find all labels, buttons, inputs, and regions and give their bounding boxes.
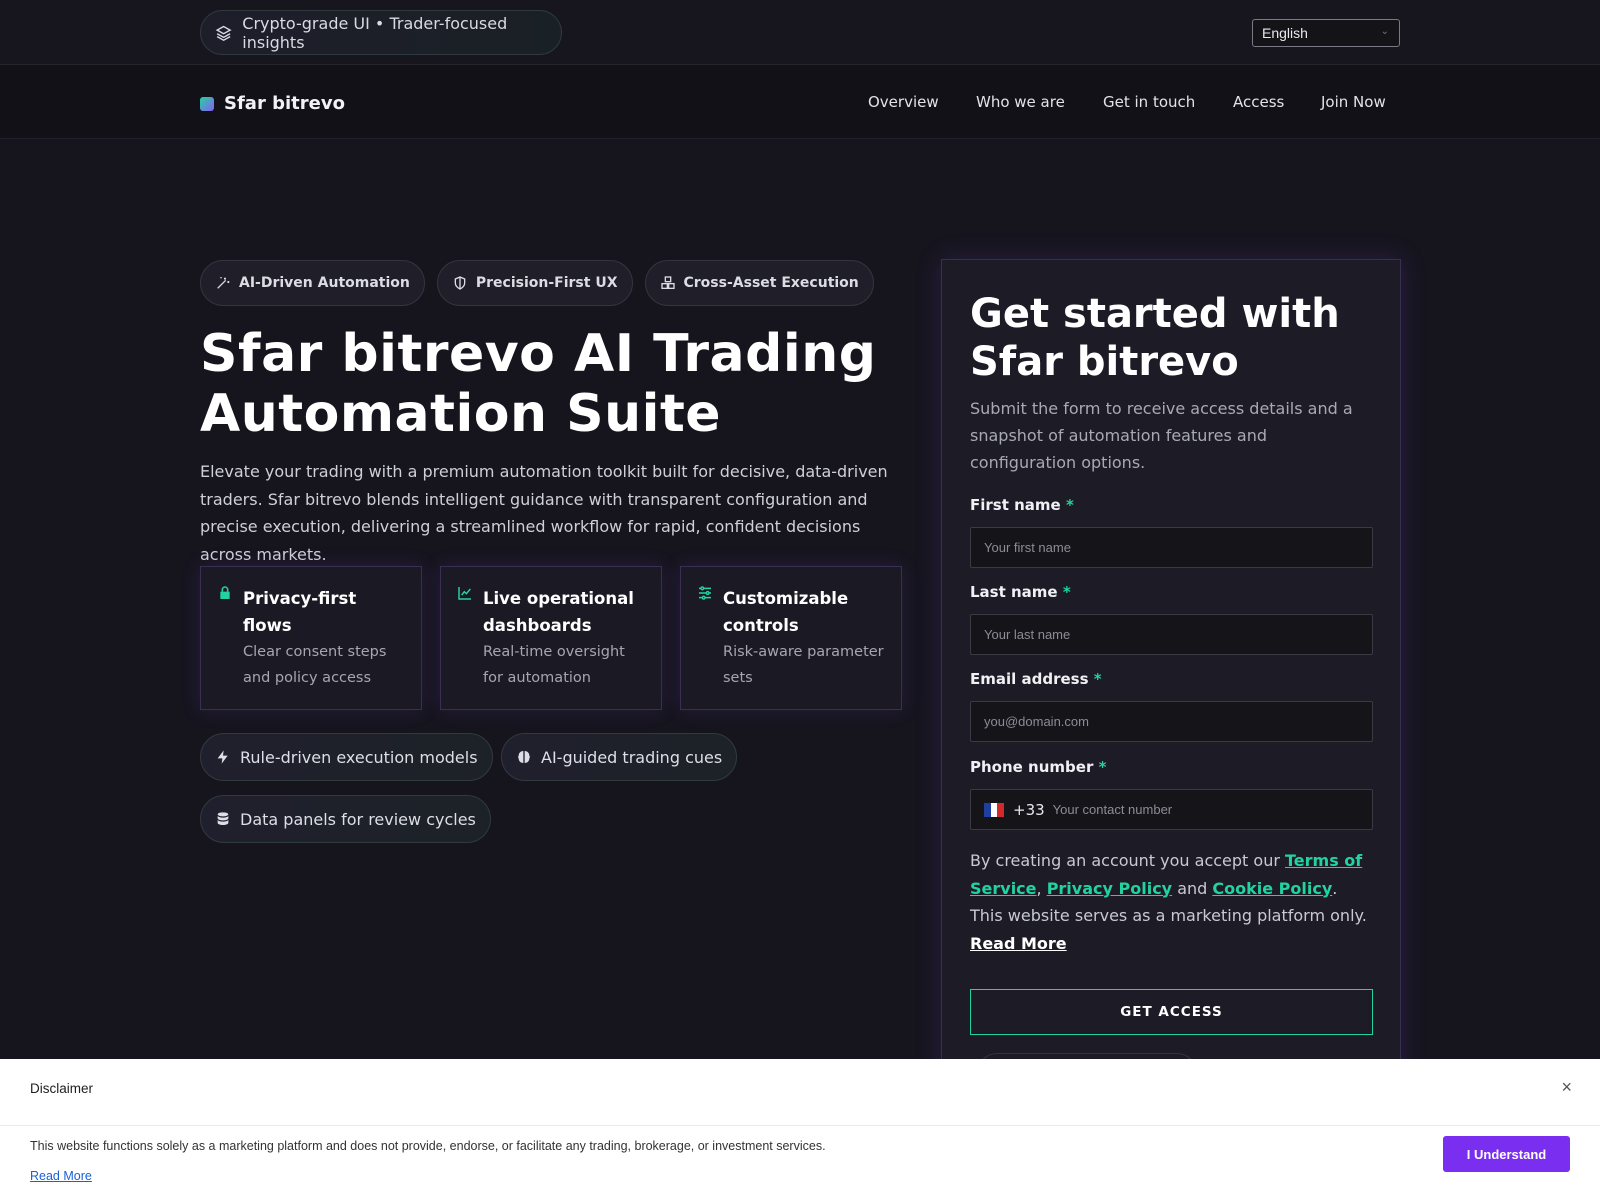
- language-value: English: [1262, 25, 1308, 41]
- input-placeholder: Your last name: [984, 627, 1071, 642]
- feature-chips: AI-Driven Automation Precision-First UX …: [200, 260, 874, 306]
- signup-panel: Get started with Sfar bitrevo Submit the…: [941, 259, 1401, 1093]
- form-title: Get started with Sfar bitrevo: [970, 291, 1340, 385]
- tagline-pill: Crypto-grade UI • Trader-focused insight…: [200, 10, 562, 55]
- required-mark: *: [1065, 496, 1074, 514]
- i-understand-button[interactable]: I Understand: [1443, 1136, 1570, 1172]
- input-placeholder: Your contact number: [1052, 802, 1173, 817]
- input-placeholder: Your first name: [984, 540, 1071, 555]
- feature-cards: Privacy-first flows Clear consent steps …: [200, 566, 902, 710]
- hero-title: Sfar bitrevo AI Trading Automation Suite: [200, 324, 877, 444]
- chevron-down-icon: ⌄: [1380, 26, 1389, 37]
- top-bar: Crypto-grade UI • Trader-focused insight…: [0, 0, 1600, 65]
- terms-separator: ,: [1036, 878, 1047, 898]
- tag-label: Data panels for review cycles: [240, 809, 476, 829]
- feature-card-privacy: Privacy-first flows Clear consent steps …: [200, 566, 422, 710]
- label-text: Phone number: [970, 758, 1094, 776]
- shield-icon: [454, 276, 466, 290]
- nav-link-who-we-are[interactable]: Who we are: [976, 93, 1065, 111]
- card-title: Customizable controls: [723, 589, 849, 635]
- last-name-label: Last name *: [970, 583, 1071, 601]
- first-name-input[interactable]: Your first name: [970, 527, 1373, 568]
- tagline-text: Crypto-grade UI • Trader-focused insight…: [242, 13, 508, 52]
- card-text: Risk-aware parameter sets: [723, 644, 884, 686]
- magic-wand-icon: [217, 277, 230, 289]
- required-mark: *: [1093, 670, 1102, 688]
- chip-label: Cross-Asset Execution: [683, 275, 859, 291]
- card-text: Real-time oversight for automation: [483, 644, 625, 686]
- privacy-policy-link[interactable]: Privacy Policy: [1047, 879, 1172, 898]
- nav-link-join-now[interactable]: Join Now: [1321, 93, 1386, 111]
- disclaimer-banner: Disclaimer × This website functions sole…: [0, 1059, 1600, 1200]
- phone-input[interactable]: +33 Your contact number: [970, 789, 1373, 830]
- brand-logo[interactable]: Sfar bitrevo: [200, 93, 345, 114]
- disclaimer-title: Disclaimer: [30, 1081, 94, 1096]
- nav-link-get-in-touch[interactable]: Get in touch: [1103, 93, 1195, 111]
- bolt-icon: [217, 750, 228, 764]
- terms-prefix: By creating an account you accept our: [970, 851, 1285, 870]
- chip-ai-automation: AI-Driven Automation: [200, 260, 425, 306]
- feature-card-dashboards: Live operational dashboards Real-time ov…: [440, 566, 662, 710]
- brain-icon: [518, 751, 530, 763]
- chip-label: Precision-First UX: [475, 275, 618, 291]
- terms-and: and: [1172, 878, 1213, 898]
- required-mark: *: [1062, 583, 1071, 601]
- last-name-input[interactable]: Your last name: [970, 614, 1373, 655]
- tag-rule-driven: Rule-driven execution models: [200, 733, 493, 781]
- label-text: Email address: [970, 670, 1089, 688]
- lock-icon: [220, 586, 230, 599]
- hero-description: Elevate your trading with a premium auto…: [200, 462, 888, 564]
- get-access-button[interactable]: GET ACCESS: [970, 989, 1373, 1035]
- tag-data-panels: Data panels for review cycles: [200, 795, 491, 843]
- phone-country-code: +33: [1013, 800, 1045, 819]
- main-nav: Sfar bitrevo Overview Who we are Get in …: [0, 65, 1600, 139]
- input-placeholder: you@domain.com: [984, 714, 1089, 729]
- disclaimer-text: This website functions solely as a marke…: [30, 1139, 826, 1153]
- cubes-icon: [660, 276, 675, 289]
- terms-text: By creating an account you accept our Te…: [970, 847, 1370, 957]
- form-subtitle: Submit the form to receive access detail…: [970, 399, 1353, 472]
- card-title: Privacy-first flows: [243, 589, 357, 635]
- phone-label: Phone number *: [970, 758, 1106, 776]
- label-text: Last name: [970, 583, 1058, 601]
- first-name-label: First name *: [970, 496, 1074, 514]
- tag-ai-guided: AI-guided trading cues: [501, 733, 738, 781]
- chart-line-icon: [458, 587, 471, 600]
- chip-cross-asset: Cross-Asset Execution: [644, 260, 874, 306]
- france-flag-icon[interactable]: [984, 802, 1005, 817]
- sliders-icon: [699, 586, 711, 600]
- label-text: First name: [970, 496, 1061, 514]
- chip-precision-ux: Precision-First UX: [436, 260, 633, 306]
- language-select[interactable]: English ⌄: [1252, 19, 1400, 47]
- close-icon[interactable]: ×: [1561, 1077, 1572, 1098]
- brand-mark-icon: [200, 96, 214, 111]
- email-input[interactable]: you@domain.com: [970, 701, 1373, 742]
- card-text: Clear consent steps and policy access: [243, 644, 387, 686]
- card-title: Live operational dashboards: [483, 589, 634, 635]
- tag-label: AI-guided trading cues: [541, 747, 723, 767]
- layers-icon: [215, 25, 232, 41]
- email-label: Email address *: [970, 670, 1102, 688]
- tag-label: Rule-driven execution models: [240, 747, 478, 767]
- database-icon: [217, 812, 229, 825]
- read-more-link[interactable]: Read More: [970, 934, 1067, 953]
- brand-name: Sfar bitrevo: [224, 93, 345, 114]
- required-mark: *: [1098, 758, 1107, 776]
- cookie-policy-link[interactable]: Cookie Policy: [1212, 879, 1332, 898]
- nav-link-access[interactable]: Access: [1233, 93, 1284, 111]
- nav-link-overview[interactable]: Overview: [868, 93, 939, 111]
- feature-card-controls: Customizable controls Risk-aware paramet…: [680, 566, 902, 710]
- chip-label: AI-Driven Automation: [239, 275, 410, 291]
- disclaimer-read-more-link[interactable]: Read More: [30, 1169, 92, 1183]
- divider: [0, 1125, 1600, 1126]
